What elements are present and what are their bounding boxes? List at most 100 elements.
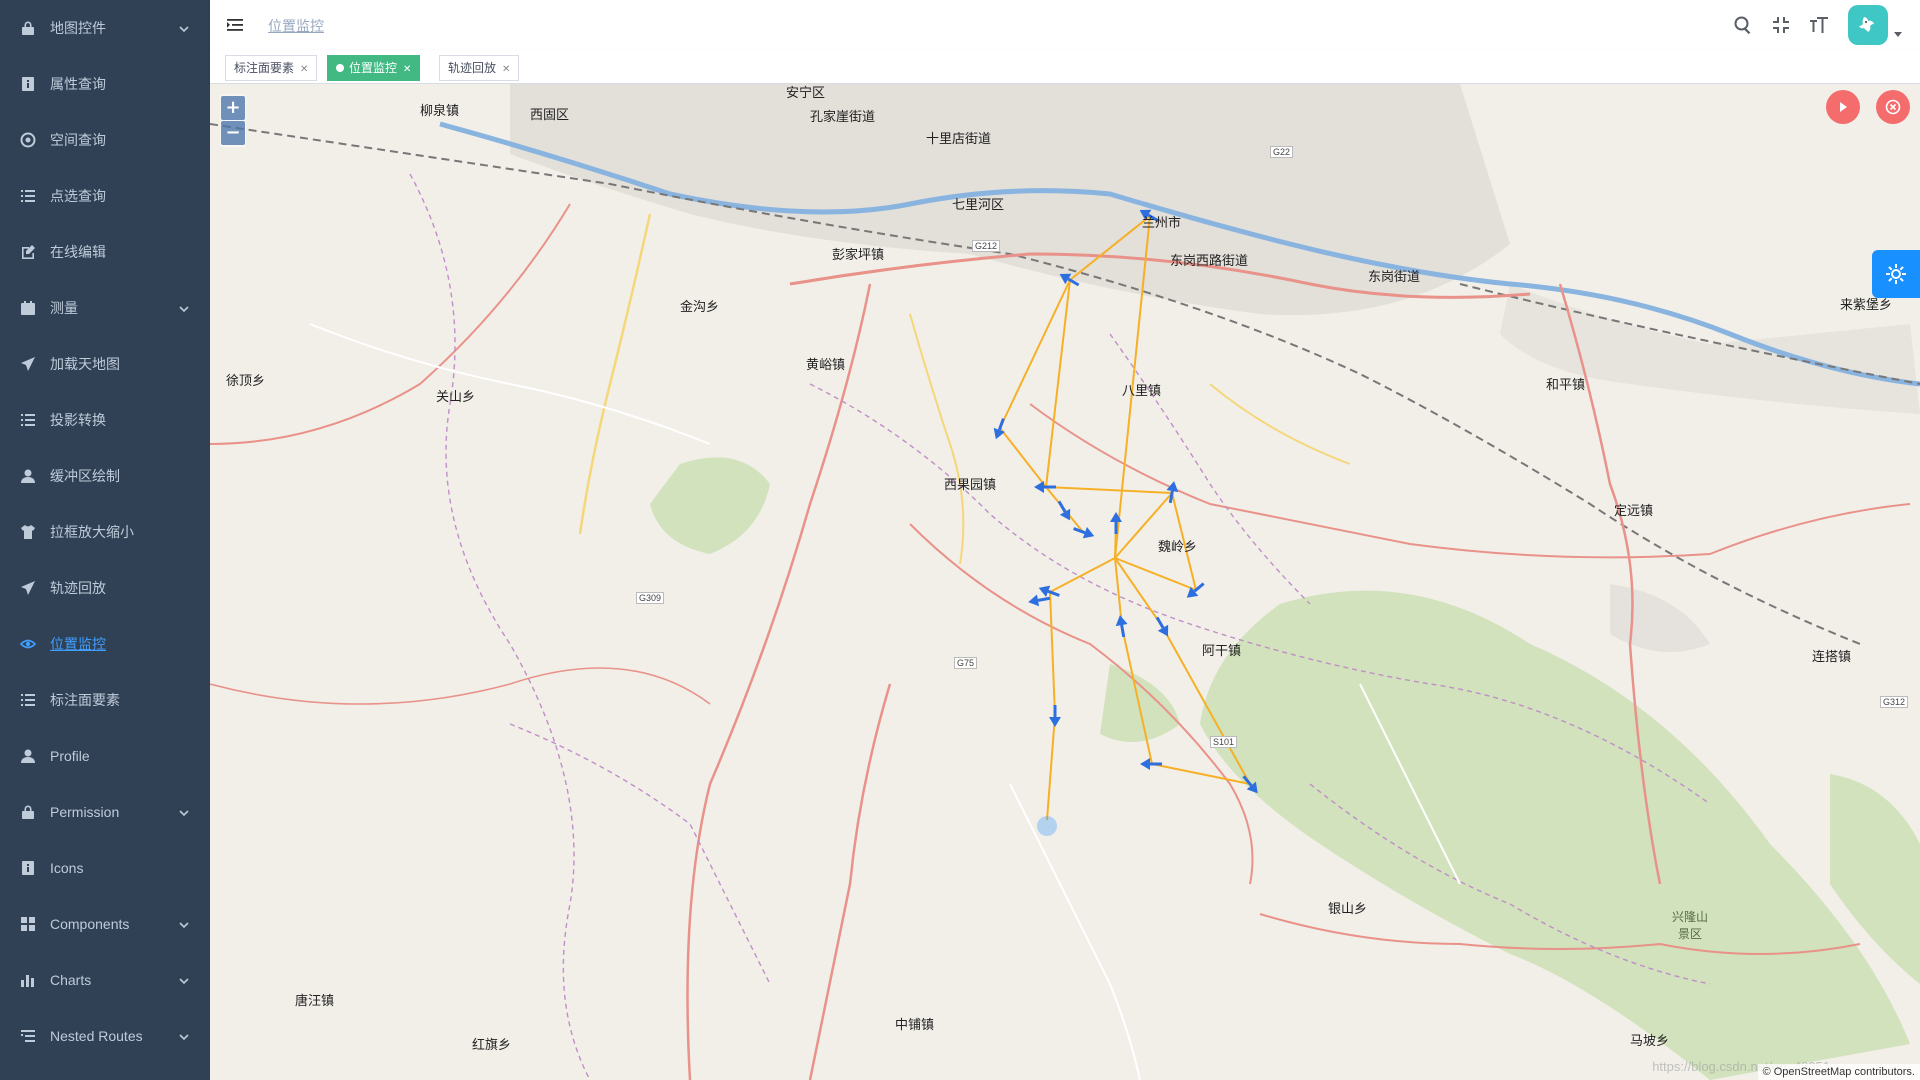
track-line: [1045, 486, 1173, 494]
road-shield: G312: [1880, 696, 1909, 708]
sidebar-item[interactable]: 拉框放大缩小: [0, 504, 210, 560]
vehicle-arrow-icon: [1049, 705, 1061, 727]
vehicle-arrow-icon: [1242, 775, 1258, 794]
map-canvas[interactable]: 安宁区 西固区 孔家崖街道 十里店街道 七里河区 兰州市 东岗西路街道 东岗街道…: [210, 84, 1920, 1080]
sidebar-item[interactable]: 位置监控: [0, 616, 210, 672]
info-icon: [20, 76, 36, 92]
sidebar-item-label: Profile: [50, 748, 90, 764]
sidebar: 地图控件 属性查询空间查询点选查询在线编辑测量 加载天地图投影转换缓冲区绘制拉框放大…: [0, 0, 210, 1080]
map-label: 魏岭乡: [1158, 539, 1198, 554]
map-label: 七里河区: [952, 197, 1005, 212]
chevron-down-icon: [178, 918, 190, 930]
sidebar-item[interactable]: 在线编辑: [0, 224, 210, 280]
track-line: [1045, 279, 1071, 488]
sidebar-item[interactable]: Components: [0, 896, 210, 952]
map-label: 连搭镇: [1812, 649, 1852, 664]
zoom-control: + −: [220, 94, 246, 147]
caret-down-icon[interactable]: [1894, 31, 1902, 37]
chevron-down-icon: [178, 806, 190, 818]
map-label: 东岗街道: [1368, 269, 1421, 284]
right-menu: [1716, 0, 1902, 50]
play-icon: [1840, 102, 1847, 112]
settings-tab[interactable]: [1872, 250, 1920, 298]
map-label: 银山乡: [1328, 901, 1368, 916]
sidebar-item-label: 拉框放大缩小: [50, 524, 134, 540]
grid-icon: [20, 916, 36, 932]
vehicle-arrow-icon: [1115, 615, 1128, 638]
sidebar-item[interactable]: Icons: [0, 840, 210, 896]
sidebar-item[interactable]: 属性查询: [0, 56, 210, 112]
current-position-marker: [1037, 816, 1057, 836]
sidebar-item[interactable]: 加载天地图: [0, 336, 210, 392]
zoom-out-button[interactable]: −: [221, 121, 245, 145]
search-icon[interactable]: [1732, 14, 1754, 36]
tag-item-active[interactable]: 位置监控 ✕: [327, 55, 421, 81]
zoom-in-button[interactable]: +: [221, 96, 245, 120]
sidebar-item[interactable]: Charts: [0, 952, 210, 1008]
breadcrumb[interactable]: 位置监控: [268, 16, 324, 36]
chevron-down-icon: [178, 22, 190, 34]
vehicle-arrow-icon: [1073, 527, 1095, 539]
track-line: [999, 279, 1071, 429]
road-shield: G75: [954, 657, 978, 669]
sidebar-item-label: 空间查询: [50, 132, 106, 148]
sidebar-item[interactable]: Permission: [0, 784, 210, 840]
fullscreen-exit-icon[interactable]: [1770, 14, 1792, 36]
play-button[interactable]: [1826, 90, 1860, 124]
list-icon: [20, 692, 36, 708]
track-line: [1121, 626, 1153, 765]
sidebar-item-label: Permission: [50, 804, 120, 820]
avatar[interactable]: [1848, 5, 1888, 45]
sidebar-item-label: 在线编辑: [50, 244, 106, 260]
sidebar-item-label: Icons: [50, 860, 84, 876]
tag-item[interactable]: 标注面要素 ✕: [225, 55, 318, 81]
hamburger-icon[interactable]: [226, 16, 244, 34]
map-label: 兴隆山景区: [1671, 910, 1708, 941]
map-label: 兰州市: [1142, 215, 1182, 230]
track-line: [1069, 215, 1151, 281]
active-dot-icon: [336, 64, 344, 72]
navbar: 位置监控: [210, 0, 1920, 50]
sidebar-item[interactable]: 空间查询: [0, 112, 210, 168]
map-label: 八里镇: [1122, 383, 1162, 398]
target-icon: [20, 132, 36, 148]
calendar-icon: [20, 300, 36, 316]
close-icon[interactable]: ✕: [300, 64, 308, 75]
lock-icon: [20, 20, 36, 36]
stop-button[interactable]: [1876, 90, 1910, 124]
sidebar-item[interactable]: 地图控件: [0, 0, 210, 56]
sidebar-item-label: 点选查询: [50, 188, 106, 204]
map-label: 阿干镇: [1202, 643, 1242, 658]
sidebar-item-label: Components: [50, 916, 130, 932]
sidebar-item[interactable]: 标注面要素: [0, 672, 210, 728]
sidebar-item-label: 投影转换: [50, 412, 106, 428]
sidebar-item[interactable]: Profile: [0, 728, 210, 784]
close-circle-icon: [1885, 99, 1901, 115]
map-label: 柳泉镇: [420, 103, 460, 118]
map-attribution[interactable]: © OpenStreetMap contributors.: [1757, 1064, 1920, 1080]
map-label: 金沟乡: [680, 299, 720, 314]
sidebar-item[interactable]: 测量: [0, 280, 210, 336]
sidebar-item[interactable]: 缓冲区绘制: [0, 448, 210, 504]
send-icon: [20, 580, 36, 596]
tag-item[interactable]: 轨迹回放 ✕: [439, 55, 520, 81]
vehicle-arrow-icon: [1028, 594, 1051, 607]
map-label: 定远镇: [1614, 503, 1654, 518]
close-icon[interactable]: ✕: [502, 64, 510, 75]
sidebar-item[interactable]: 点选查询: [0, 168, 210, 224]
track-line: [1049, 591, 1056, 716]
eye-icon: [20, 636, 36, 652]
sidebar-item-label: 标注面要素: [50, 692, 120, 708]
vehicle-arrow-icon: [1155, 616, 1169, 637]
map-label: 马坡乡: [1630, 1033, 1670, 1048]
sidebar-item[interactable]: 轨迹回放: [0, 560, 210, 616]
sidebar-item[interactable]: 投影转换: [0, 392, 210, 448]
track-line: [1049, 557, 1116, 593]
bar-chart-icon: [20, 972, 36, 988]
chevron-down-icon: [178, 302, 190, 314]
font-size-icon[interactable]: [1808, 14, 1830, 36]
road-shield: S101: [1210, 736, 1238, 748]
road-shield: G22: [1270, 146, 1294, 158]
close-icon[interactable]: ✕: [403, 64, 411, 75]
sidebar-item[interactable]: Nested Routes: [0, 1008, 210, 1064]
